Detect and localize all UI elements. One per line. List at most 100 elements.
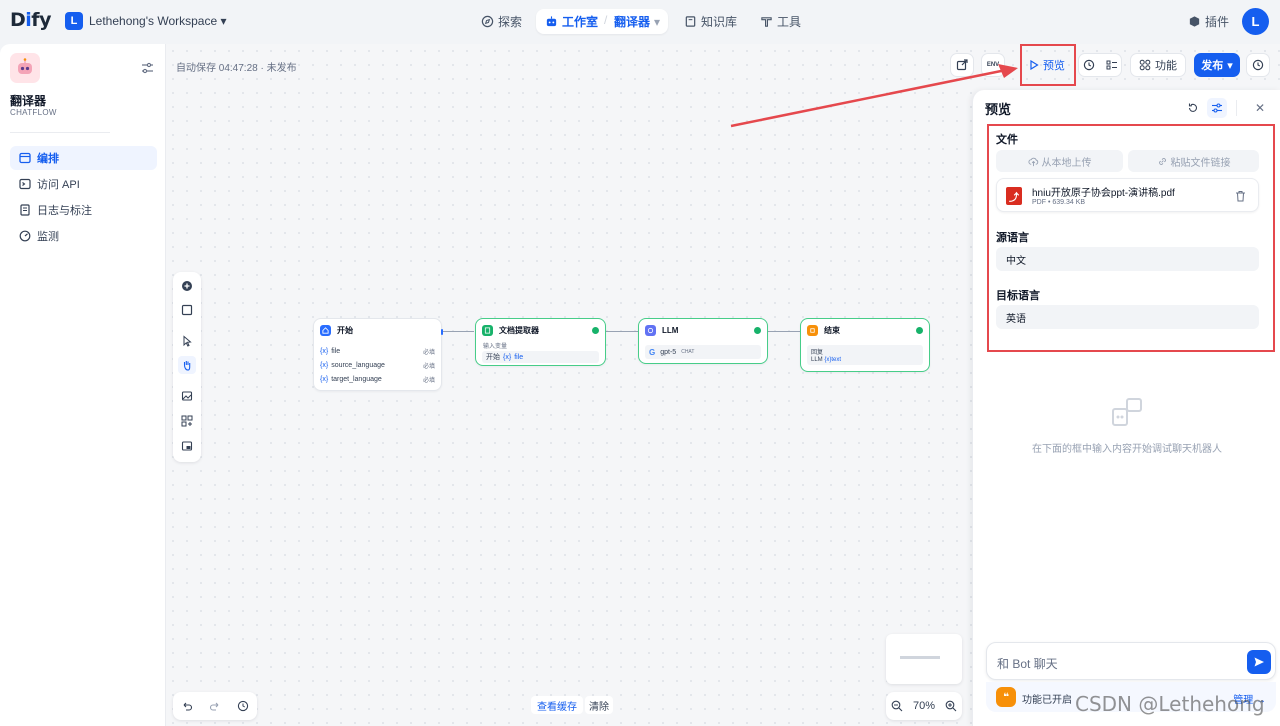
- edge-llm-end: [768, 331, 800, 332]
- compass-icon: [481, 15, 494, 28]
- empty-state-hint: 在下面的框中输入内容开始调试聊天机器人: [1032, 444, 1222, 455]
- llm-model-selector: G gpt-5 CHAT: [645, 345, 761, 359]
- file-label: 文件: [996, 134, 1018, 146]
- upload-local-button[interactable]: 从本地上传: [996, 150, 1123, 172]
- minimap-toggle-icon[interactable]: [178, 437, 196, 455]
- nav-tools[interactable]: 工具: [760, 13, 801, 30]
- preview-title: 预览: [985, 102, 1012, 117]
- features-button[interactable]: 功能: [1130, 53, 1186, 77]
- variables-toggle-button[interactable]: [1207, 98, 1227, 118]
- close-icon[interactable]: ✕: [1255, 101, 1265, 115]
- chat-input[interactable]: 和 Bot 聊天: [986, 642, 1276, 680]
- sidebar-item-monitor[interactable]: 监测: [10, 224, 157, 248]
- header-divider: [1236, 100, 1237, 116]
- source-language-field[interactable]: 中文: [996, 247, 1259, 271]
- add-node-icon[interactable]: [178, 277, 196, 295]
- add-note-icon[interactable]: [178, 301, 196, 319]
- node-start-title: 开始: [337, 326, 353, 335]
- canvas-tool-panel: [173, 272, 201, 462]
- user-avatar[interactable]: L: [1242, 8, 1269, 35]
- input-form-annotated: 文件 从本地上传 粘贴文件链接 ⤴ hniu开放原子协会ppt-演讲稿.pdf …: [987, 124, 1275, 352]
- features-enabled-text: 功能已开启: [1022, 695, 1072, 706]
- node-handle[interactable]: [441, 329, 443, 335]
- clear-button[interactable]: 清除: [585, 696, 613, 714]
- undo-redo-panel: [173, 692, 257, 720]
- publish-button[interactable]: 发布 ▾: [1194, 53, 1240, 77]
- clock-rewind-icon: [1252, 59, 1264, 71]
- node-start[interactable]: 开始 {x} file 必填 {x} source_language 必填 {x} tar…: [313, 318, 443, 391]
- pointer-icon[interactable]: [178, 332, 196, 350]
- nav-divider: /: [604, 13, 608, 27]
- zoom-out-icon[interactable]: [891, 700, 903, 712]
- zoom-level[interactable]: 70%: [913, 700, 935, 712]
- gauge-icon: [19, 230, 31, 242]
- nav-current-app[interactable]: 翻译器 ▾: [614, 13, 660, 30]
- history-checklist-group[interactable]: [1078, 53, 1122, 77]
- minimap[interactable]: [886, 634, 962, 684]
- quote-icon: ❝: [996, 687, 1016, 707]
- chevron-down-icon: ▾: [1227, 59, 1233, 72]
- app-robot-icon: [10, 53, 40, 83]
- layout-icon: [19, 152, 31, 164]
- file-meta: PDF • 639.34 KB: [1032, 199, 1086, 206]
- node-end[interactable]: 结束 回复 LLM {x}text: [800, 318, 930, 372]
- nav-studio[interactable]: 工作室: [545, 13, 598, 30]
- target-language-field[interactable]: 英语: [996, 305, 1259, 329]
- success-check-icon: [754, 327, 761, 334]
- google-logo-icon: G: [649, 347, 656, 357]
- nav-knowledge[interactable]: 知识库: [684, 13, 737, 30]
- send-button[interactable]: [1247, 650, 1271, 674]
- dify-logo[interactable]: Dify: [10, 9, 51, 31]
- organize-blocks-icon[interactable]: [178, 412, 196, 430]
- sidebar-item-logs[interactable]: 日志与标注: [10, 198, 157, 222]
- undo-icon[interactable]: [181, 700, 193, 712]
- chat-placeholder: 和 Bot 聊天: [997, 657, 1058, 671]
- workspace-avatar[interactable]: L: [65, 12, 83, 30]
- home-icon: [320, 325, 331, 336]
- top-bar: Dify L Lethehong's Workspace ▾ 探索 工作室 / …: [0, 0, 1280, 44]
- export-image-icon[interactable]: [178, 387, 196, 405]
- preview-button[interactable]: 预览: [1024, 53, 1070, 77]
- link-icon: [1158, 157, 1166, 165]
- node-extractor-title: 文档提取器: [499, 326, 539, 335]
- extractor-input-label: 输入变量: [483, 344, 508, 350]
- version-history-button[interactable]: [1246, 53, 1270, 77]
- sidebar-item-orchestrate[interactable]: 编排: [10, 146, 157, 170]
- chatbot-empty-icon: [1112, 398, 1142, 426]
- start-var-source-language: {x} source_language 必填: [320, 361, 435, 370]
- app-type: CHATFLOW: [10, 108, 57, 117]
- restart-icon[interactable]: [1187, 102, 1199, 114]
- settings-sliders-icon[interactable]: [141, 62, 154, 74]
- start-var-file: {x} file 必填: [320, 347, 435, 356]
- node-doc-extractor[interactable]: 文档提取器 输入变量 开始 {x} file: [475, 318, 606, 366]
- hand-icon[interactable]: [178, 356, 196, 374]
- success-check-icon: [916, 327, 923, 334]
- checklist-icon[interactable]: [1106, 59, 1118, 71]
- chevron-down-icon: ▾: [654, 14, 661, 29]
- trash-icon[interactable]: [1235, 190, 1246, 202]
- app-sidebar: 翻译器 CHATFLOW 编排 访问 API 日志与标注 监测: [0, 44, 166, 726]
- node-end-title: 结束: [824, 326, 840, 335]
- paste-link-button[interactable]: 粘贴文件链接: [1128, 150, 1259, 172]
- apps-icon: [1139, 59, 1151, 71]
- history-icon[interactable]: [1083, 59, 1095, 71]
- book-icon: [685, 16, 696, 27]
- workspace-switcher[interactable]: Lethehong's Workspace ▾: [89, 14, 227, 28]
- minimap-nodes: [900, 656, 940, 659]
- file-name: hniu开放原子协会ppt-演讲稿.pdf: [1032, 188, 1175, 199]
- redo-icon[interactable]: [209, 700, 221, 712]
- nav-explore[interactable]: 探索: [481, 13, 522, 30]
- csdn-watermark: CSDN @Lethehong: [1075, 692, 1265, 716]
- brain-icon: [645, 325, 656, 336]
- view-cache-button[interactable]: 查看缓存: [531, 696, 583, 714]
- pdf-file-icon: ⤴: [1006, 187, 1022, 205]
- document-icon: [20, 204, 30, 216]
- history-icon[interactable]: [237, 700, 249, 712]
- zoom-in-icon[interactable]: [945, 700, 957, 712]
- sidebar-item-api[interactable]: 访问 API: [10, 172, 157, 196]
- node-llm-title: LLM: [662, 326, 679, 335]
- uploaded-file-card[interactable]: ⤴ hniu开放原子协会ppt-演讲稿.pdf PDF • 639.34 KB: [996, 178, 1259, 212]
- preview-panel: 预览 ✕ 文件 从本地上传 粘贴文件链接 ⤴ hniu开放原子协会ppt-演讲稿…: [972, 90, 1280, 726]
- plugins-link[interactable]: 插件: [1188, 13, 1229, 30]
- node-llm[interactable]: LLM G gpt-5 CHAT: [638, 318, 768, 364]
